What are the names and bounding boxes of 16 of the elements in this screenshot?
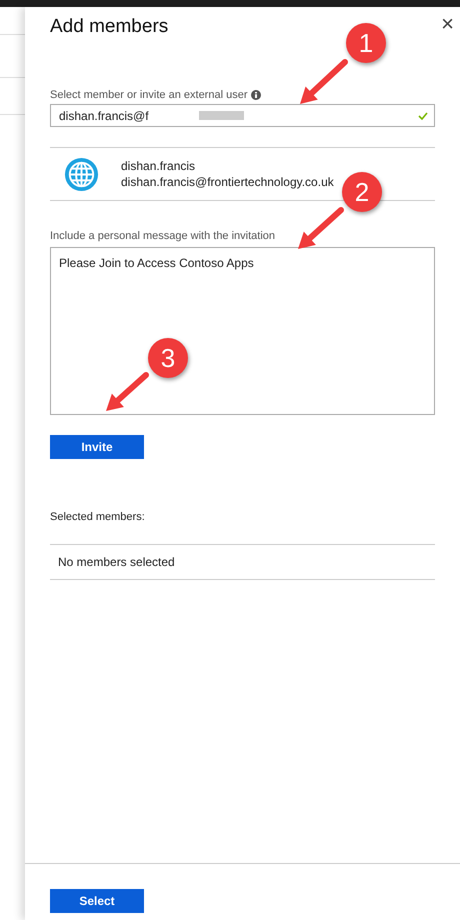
member-email: dishan.francis@frontiertechnology.co.uk: [121, 174, 334, 190]
globe-icon: [63, 156, 100, 192]
invite-button[interactable]: Invite: [50, 435, 144, 459]
close-button[interactable]: ×: [441, 13, 454, 35]
input-value: dishan.francis@f: [59, 108, 149, 124]
info-icon: [251, 90, 262, 100]
message-text: Please Join to Access Contoso Apps: [59, 256, 254, 270]
panel-title: Add members: [50, 15, 168, 39]
field-label: Select member or invite an external user: [50, 88, 248, 102]
member-name: dishan.francis: [121, 158, 196, 174]
redaction-block: [198, 111, 244, 120]
member-input-field[interactable]: dishan.francis@f: [50, 104, 435, 127]
empty-members-text: No members selected: [58, 554, 175, 571]
field-label: Include a personal message with the invitation: [50, 230, 276, 242]
select-button[interactable]: Select: [50, 889, 144, 913]
selected-members-label: Selected members:: [50, 511, 145, 523]
